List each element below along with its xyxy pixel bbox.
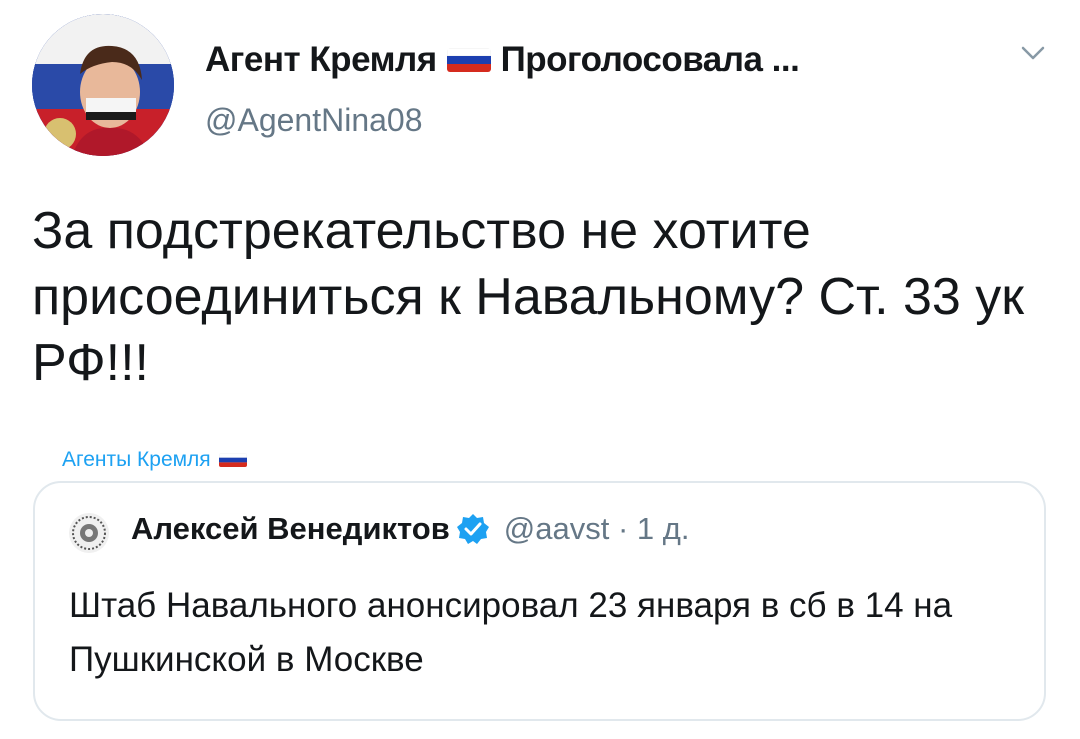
russia-flag-icon (218, 453, 247, 467)
display-name-part1: Агент Кремля (205, 40, 437, 79)
chevron-down-icon[interactable] (1018, 38, 1048, 68)
quoted-author-name[interactable]: Алексей Венедиктов (131, 511, 450, 547)
quoted-author-avatar[interactable] (69, 513, 109, 553)
quoted-handle-time: @aavst · 1 д. (503, 511, 690, 546)
author-handle[interactable]: @AgentNina08 (205, 102, 423, 139)
display-name-part2: Проголосовала ... (500, 40, 800, 79)
author-display-name[interactable]: Агент Кремля Проголосовала ... (205, 40, 800, 80)
source-label: Агенты Кремля (62, 448, 211, 471)
author-avatar[interactable] (32, 14, 174, 156)
quoted-tweet-text: Штаб Навального анонсировал 23 января в … (69, 586, 953, 679)
russia-flag-icon (446, 48, 491, 72)
tweet-text: За подстрекательство не хотите присоедин… (32, 202, 1025, 392)
verified-badge-icon (456, 512, 490, 546)
quoted-tweet-card[interactable]: Алексей Венедиктов @aavst · 1 д. Штаб На… (33, 481, 1046, 721)
tweet-source[interactable]: Агенты Кремля (62, 448, 247, 472)
quoted-tweet-header: Алексей Венедиктов @aavst · 1 д. (131, 511, 689, 547)
